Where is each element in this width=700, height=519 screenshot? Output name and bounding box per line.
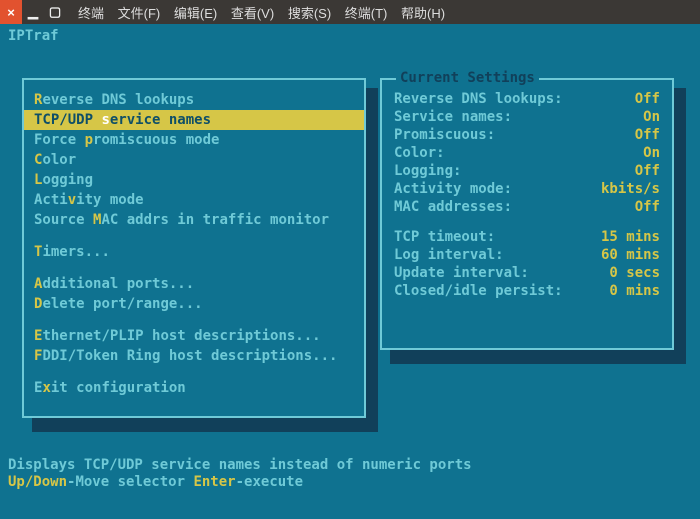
- setting-logging: Logging:Off: [394, 162, 660, 180]
- terminal-area: IPTraf Reverse DNS lookups TCP/UDP servi…: [0, 24, 700, 495]
- menu-item-fddi-desc[interactable]: FDDI/Token Ring host descriptions...: [24, 346, 364, 366]
- menu-item-delete-port[interactable]: Delete port/range...: [24, 294, 364, 314]
- menu-item-activity-mode[interactable]: Activity mode: [24, 190, 364, 210]
- close-icon[interactable]: ×: [0, 0, 22, 24]
- config-menu: Reverse DNS lookups TCP/UDP service name…: [22, 78, 366, 418]
- window-menubar: 终端 文件(F) 编辑(E) 查看(V) 搜索(S) 终端(T) 帮助(H): [78, 3, 455, 22]
- menu-item-service-names[interactable]: TCP/UDP service names: [24, 110, 364, 130]
- setting-activity-mode: Activity mode:kbits/s: [394, 180, 660, 198]
- menu-item-color[interactable]: Color: [24, 150, 364, 170]
- shadow: [390, 350, 684, 364]
- maximize-icon[interactable]: ▢: [44, 0, 66, 24]
- status-keys: Up/Down-Move selector Enter-execute: [8, 474, 692, 491]
- menu-terminal2[interactable]: 终端(T): [345, 6, 388, 21]
- menu-help[interactable]: 帮助(H): [401, 6, 445, 21]
- status-description: Displays TCP/UDP service names instead o…: [8, 457, 692, 474]
- menu-item-reverse-dns[interactable]: Reverse DNS lookups: [24, 90, 364, 110]
- menu-edit[interactable]: 编辑(E): [174, 6, 217, 21]
- menu-item-additional-ports[interactable]: Additional ports...: [24, 274, 364, 294]
- setting-closed-idle: Closed/idle persist:0 mins: [394, 282, 660, 300]
- window-buttons: × ▁ ▢: [0, 0, 66, 24]
- shadow: [674, 88, 686, 364]
- menu-item-logging[interactable]: Logging: [24, 170, 364, 190]
- menu-search[interactable]: 搜索(S): [288, 6, 331, 21]
- shadow: [366, 88, 378, 432]
- menu-item-timers[interactable]: Timers...: [24, 242, 364, 262]
- menu-item-ethernet-desc[interactable]: Ethernet/PLIP host descriptions...: [24, 326, 364, 346]
- menu-item-promiscuous[interactable]: Force promiscuous mode: [24, 130, 364, 150]
- setting-promiscuous: Promiscuous:Off: [394, 126, 660, 144]
- menu-item-exit[interactable]: Exit configuration: [24, 378, 364, 398]
- menu-file[interactable]: 文件(F): [118, 6, 161, 21]
- setting-color: Color:On: [394, 144, 660, 162]
- setting-log-interval: Log interval:60 mins: [394, 246, 660, 264]
- window-titlebar: × ▁ ▢ 终端 文件(F) 编辑(E) 查看(V) 搜索(S) 终端(T) 帮…: [0, 0, 700, 24]
- status-bar: Displays TCP/UDP service names instead o…: [0, 455, 700, 495]
- minimize-icon[interactable]: ▁: [22, 0, 44, 24]
- menu-item-source-mac[interactable]: Source MAC addrs in traffic monitor: [24, 210, 364, 230]
- settings-legend: Current Settings: [396, 70, 539, 86]
- shadow: [32, 418, 376, 432]
- setting-reverse-dns: Reverse DNS lookups:Off: [394, 90, 660, 108]
- current-settings: Current Settings Reverse DNS lookups:Off…: [380, 78, 674, 350]
- setting-tcp-timeout: TCP timeout:15 mins: [394, 228, 660, 246]
- app-title: IPTraf: [0, 24, 700, 48]
- menu-terminal[interactable]: 终端: [78, 6, 104, 21]
- setting-mac-addresses: MAC addresses:Off: [394, 198, 660, 216]
- menu-view[interactable]: 查看(V): [231, 6, 274, 21]
- setting-update-interval: Update interval:0 secs: [394, 264, 660, 282]
- setting-service-names: Service names:On: [394, 108, 660, 126]
